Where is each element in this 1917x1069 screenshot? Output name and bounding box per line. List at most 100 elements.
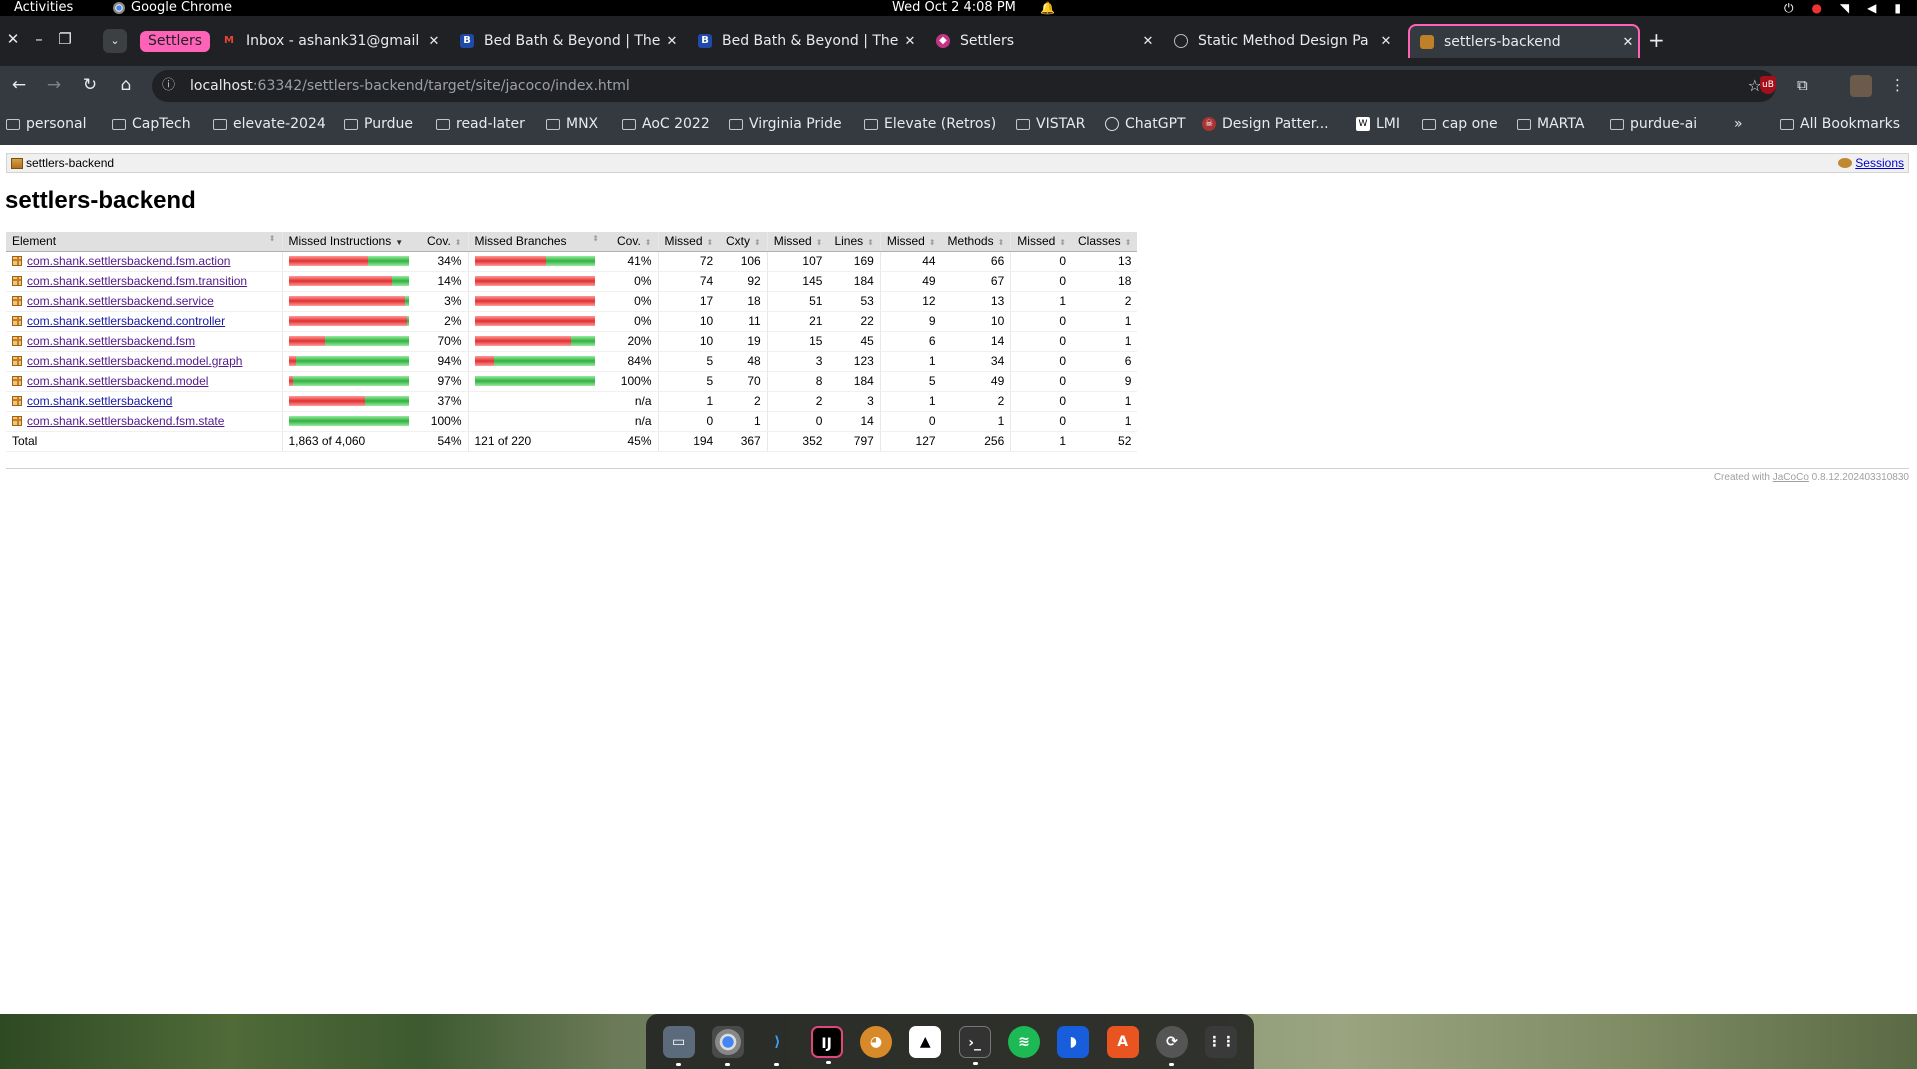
package-link[interactable]: com.shank.settlersbackend.fsm.state xyxy=(27,414,224,428)
package-link[interactable]: com.shank.settlersbackend.fsm.action xyxy=(27,254,230,268)
header-branch-coverage[interactable]: Cov. ⬍ xyxy=(605,232,658,252)
close-tab-icon[interactable]: ✕ xyxy=(1618,35,1638,50)
address-bar[interactable]: ⓘ localhost:63342/settlers-backend/targe… xyxy=(152,70,1776,102)
package-link[interactable]: com.shank.settlersbackend.model.graph xyxy=(27,354,242,368)
tab-settlers[interactable]: ◆ Settlers ✕ xyxy=(926,24,1158,58)
close-tab-icon[interactable]: ✕ xyxy=(662,34,682,49)
bookmark-captech[interactable]: CapTech xyxy=(112,116,191,132)
bookmark-marta[interactable]: MARTA xyxy=(1517,116,1584,132)
bookmark-mnx[interactable]: MNX xyxy=(546,116,598,132)
header-cxty[interactable]: Cxty ⬍ xyxy=(719,232,768,252)
bookmark-personal[interactable]: personal xyxy=(6,116,86,132)
bookmark-purdue[interactable]: Purdue xyxy=(344,116,413,132)
total-lines: 797 xyxy=(828,430,881,452)
header-missed-branches[interactable]: Missed Branches ⬍ xyxy=(467,232,605,252)
inkscape-icon[interactable]: ▲ xyxy=(909,1025,942,1058)
new-tab-icon[interactable]: + xyxy=(1648,28,1665,52)
covered-bar xyxy=(493,356,595,366)
show-apps-icon[interactable]: ⋮⋮ xyxy=(1205,1025,1238,1058)
tab-static-method[interactable]: Static Method Design Pa ✕ xyxy=(1164,24,1396,58)
header-missed-instructions[interactable]: Missed Instructions ▼ xyxy=(281,232,420,252)
header-missed-cxty[interactable]: Missed ⬍ xyxy=(657,232,720,252)
bookmark-vistar[interactable]: VISTAR xyxy=(1016,116,1085,132)
activities-button[interactable]: Activities xyxy=(14,0,73,16)
back-icon[interactable]: ← xyxy=(8,75,30,95)
bookmark-purdue-ai[interactable]: purdue-ai xyxy=(1610,116,1697,132)
sort-icon: ⬍ xyxy=(1059,238,1066,248)
close-tab-icon[interactable]: ✕ xyxy=(424,34,444,49)
close-tab-icon[interactable]: ✕ xyxy=(900,34,920,49)
all-bookmarks[interactable]: All Bookmarks xyxy=(1780,116,1900,132)
bookmark-design-patterns[interactable]: ☠ Design Patter... xyxy=(1202,116,1329,132)
bookmark-read-later[interactable]: read-later xyxy=(436,116,525,132)
header-classes[interactable]: Classes ⬍ xyxy=(1072,232,1138,252)
header-label: Classes xyxy=(1078,234,1121,249)
tab-settlers-backend[interactable]: settlers-backend ✕ xyxy=(1408,24,1640,58)
vscode-icon[interactable]: ⟩ xyxy=(761,1026,793,1066)
sessions-link[interactable]: Sessions xyxy=(1838,154,1904,172)
total-missed-methods: 127 xyxy=(879,430,942,452)
tab-group-label[interactable]: Settlers xyxy=(140,31,211,52)
system-tray[interactable]: ⏻ ● ◥ ◀ ▮ xyxy=(1784,0,1901,16)
profile-avatar[interactable] xyxy=(1850,75,1872,97)
bookmark-lmi[interactable]: W LMI xyxy=(1356,116,1400,132)
power-icon: ⏻ xyxy=(1783,1,1794,15)
bookmarks-overflow-icon[interactable]: » xyxy=(1734,116,1743,132)
reload-icon[interactable]: ↻ xyxy=(79,75,101,95)
header-label: Element xyxy=(12,234,57,249)
coverage-bar xyxy=(474,376,600,386)
bookmark-aoc-2022[interactable]: AoC 2022 xyxy=(622,116,710,132)
package-link[interactable]: com.shank.settlersbackend xyxy=(27,394,172,408)
close-tab-icon[interactable]: ✕ xyxy=(1138,34,1158,49)
header-missed-methods[interactable]: Missed ⬍ xyxy=(879,232,942,252)
header-element[interactable]: Element ⬍ xyxy=(6,232,282,252)
clock[interactable]: Wed Oct 2 4:08 PM xyxy=(892,0,1016,16)
forward-icon[interactable]: → xyxy=(43,75,65,95)
package-link[interactable]: com.shank.settlersbackend.fsm xyxy=(27,334,195,348)
header-methods[interactable]: Methods ⬍ xyxy=(941,232,1011,252)
software-center-icon[interactable]: A xyxy=(1106,1025,1139,1058)
header-lines[interactable]: Lines ⬍ xyxy=(828,232,881,252)
minimize-icon[interactable]: – xyxy=(28,30,50,48)
postman-icon[interactable]: ◕ xyxy=(859,1025,892,1058)
terminal-icon[interactable]: ›_ xyxy=(958,1025,991,1065)
bitwarden-icon[interactable]: ◗ xyxy=(1057,1025,1090,1058)
package-link[interactable]: com.shank.settlersbackend.fsm.transition xyxy=(27,274,247,288)
app-menu[interactable]: Google Chrome xyxy=(113,0,232,16)
close-tab-icon[interactable]: ✕ xyxy=(1376,34,1396,49)
package-link[interactable]: com.shank.settlersbackend.service xyxy=(27,294,214,308)
home-icon[interactable]: ⌂ xyxy=(115,75,137,95)
files-icon[interactable]: ▭ xyxy=(662,1025,695,1066)
package-icon xyxy=(12,336,22,346)
tab-search-icon[interactable]: ⌄ xyxy=(103,29,127,53)
updater-icon[interactable]: ⟳ xyxy=(1155,1025,1188,1066)
folder-icon xyxy=(546,118,560,130)
site-info-icon[interactable]: ⓘ xyxy=(162,70,175,102)
bookmark-cap-one[interactable]: cap one xyxy=(1422,116,1498,132)
chrome-dock-icon[interactable] xyxy=(711,1025,744,1066)
header-missed-lines[interactable]: Missed ⬍ xyxy=(766,232,829,252)
tab-bed-bath-2[interactable]: B Bed Bath & Beyond | The ✕ xyxy=(688,24,920,58)
extensions-icon[interactable]: ⧉ xyxy=(1797,76,1808,94)
bbb-icon: B xyxy=(460,34,474,48)
tab-gmail[interactable]: M Inbox - ashank31@gmail ✕ xyxy=(212,24,444,58)
menu-icon[interactable]: ⋮ xyxy=(1890,76,1905,94)
close-window-icon[interactable]: ✕ xyxy=(2,30,24,48)
bookmark-chatgpt[interactable]: ChatGPT xyxy=(1105,116,1186,132)
element-cell: com.shank.settlersbackend.fsm.state xyxy=(6,411,282,432)
header-instr-coverage[interactable]: Cov. ⬍ xyxy=(420,232,468,252)
bookmark-elevate-2024[interactable]: elevate-2024 xyxy=(213,116,326,132)
package-link[interactable]: com.shank.settlersbackend.controller xyxy=(27,314,225,328)
spotify-icon[interactable]: ≋ xyxy=(1007,1025,1040,1058)
intellij-icon[interactable]: IJ xyxy=(810,1025,843,1064)
missed-cxty: 10 xyxy=(657,331,720,352)
restore-icon[interactable]: ❐ xyxy=(54,30,76,48)
tab-bed-bath-1[interactable]: B Bed Bath & Beyond | The ✕ xyxy=(450,24,682,58)
ublock-icon[interactable]: uB xyxy=(1760,76,1776,94)
jacoco-link[interactable]: JaCoCo xyxy=(1773,472,1809,483)
bookmark-elevate-retros[interactable]: Elevate (Retros) xyxy=(864,116,996,132)
bookmark-virginia-pride[interactable]: Virginia Pride xyxy=(729,116,842,132)
header-missed-classes[interactable]: Missed ⬍ xyxy=(1010,232,1072,252)
url-text[interactable]: localhost:63342/settlers-backend/target/… xyxy=(190,70,630,102)
package-link[interactable]: com.shank.settlersbackend.model xyxy=(27,374,208,388)
